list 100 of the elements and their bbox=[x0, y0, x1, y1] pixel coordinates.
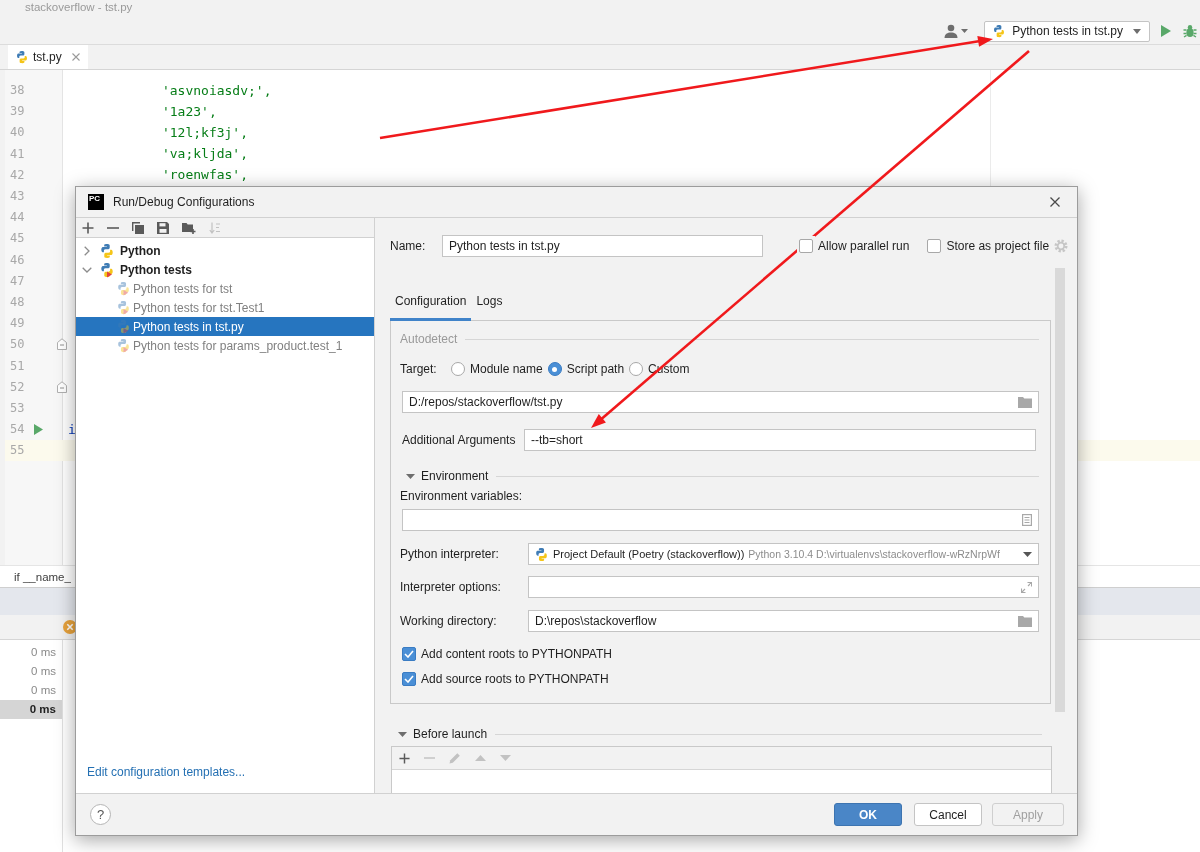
python-test-icon bbox=[992, 24, 1007, 38]
breadcrumb[interactable]: if __name_ bbox=[14, 570, 71, 583]
fold-icon[interactable] bbox=[57, 338, 67, 351]
minus-icon[interactable] bbox=[107, 226, 119, 229]
run-configuration-dropdown[interactable]: Python tests in tst.py bbox=[984, 20, 1150, 42]
code-text: '12l;kf3j', bbox=[161, 124, 248, 140]
python-test-icon bbox=[116, 300, 131, 315]
python-test-icon bbox=[116, 281, 131, 296]
line-number: 39 bbox=[9, 104, 26, 119]
checkbox[interactable] bbox=[402, 647, 416, 661]
triangle-down-icon[interactable] bbox=[406, 473, 415, 479]
line-number: 46 bbox=[9, 252, 26, 267]
field-label: Working directory: bbox=[400, 614, 498, 628]
section-title: Environment bbox=[421, 469, 489, 483]
line-number: 38 bbox=[9, 83, 26, 98]
line-number: 49 bbox=[9, 316, 26, 331]
plus-icon[interactable] bbox=[399, 752, 410, 764]
line-number: 54 bbox=[9, 422, 26, 437]
document-icon[interactable] bbox=[1022, 514, 1032, 526]
test-list-item[interactable]: 0 ms bbox=[0, 643, 62, 662]
line-number: 51 bbox=[9, 358, 26, 373]
interpreter-dropdown[interactable]: Project Default (Poetry (stackoverflow)) Python 3.10.4 D:\virtualenvs\stackoverflow-wRzNrpWf bbox=[528, 543, 1039, 565]
script-path-field[interactable]: D:/repos/stackoverflow/tst.py bbox=[402, 391, 1039, 413]
environment-variables-field[interactable] bbox=[402, 509, 1039, 531]
tab[interactable]: Logs bbox=[471, 290, 508, 317]
bug-icon[interactable] bbox=[1183, 24, 1197, 38]
test-list-item[interactable]: 0 ms bbox=[0, 681, 62, 700]
line-number: 40 bbox=[9, 125, 26, 140]
dialog-title: Run/Debug Configurations bbox=[113, 195, 256, 209]
dialog-button[interactable]: OK bbox=[834, 803, 902, 826]
tree-item[interactable]: Python tests bbox=[76, 260, 374, 279]
caret-icon bbox=[1133, 28, 1141, 34]
tab[interactable]: Configuration bbox=[390, 290, 472, 321]
line-number: 55 bbox=[9, 443, 26, 458]
name-field[interactable]: Python tests in tst.py bbox=[442, 235, 763, 257]
python-icon bbox=[534, 546, 549, 562]
triangle-down-icon[interactable] bbox=[398, 731, 407, 737]
radio-button[interactable] bbox=[547, 362, 562, 376]
line-number: 42 bbox=[9, 167, 26, 182]
tree-item[interactable]: Python tests for params_product.test_1 bbox=[76, 336, 374, 355]
field-label: Python interpreter: bbox=[400, 547, 500, 561]
folder-icon[interactable] bbox=[1018, 396, 1032, 408]
tree-item[interactable]: Python tests for tst bbox=[76, 279, 374, 298]
scrollbar[interactable] bbox=[1055, 268, 1065, 712]
field-label: Target: bbox=[400, 362, 438, 376]
radio-button[interactable] bbox=[451, 362, 465, 376]
code-text: 'va;kljda', bbox=[161, 146, 248, 162]
help-button[interactable]: ? bbox=[90, 804, 111, 825]
plus-icon[interactable] bbox=[82, 221, 94, 234]
chevron-right-icon[interactable] bbox=[84, 245, 90, 256]
fold-icon[interactable] bbox=[57, 380, 67, 393]
save-icon[interactable] bbox=[157, 221, 169, 234]
play-icon[interactable] bbox=[1161, 25, 1171, 37]
folder-plus-icon[interactable] bbox=[182, 221, 196, 234]
expand-icon[interactable] bbox=[1021, 581, 1032, 593]
test-list-item[interactable]: 0 ms bbox=[0, 700, 62, 719]
radio-label: Script path bbox=[566, 362, 625, 376]
person-icon[interactable] bbox=[944, 24, 959, 38]
copy-icon[interactable] bbox=[132, 221, 144, 234]
line-number: 43 bbox=[9, 189, 26, 204]
field-label: Interpreter options: bbox=[400, 580, 502, 594]
dialog-button[interactable]: Cancel bbox=[914, 803, 982, 826]
python-test-icon bbox=[116, 319, 131, 334]
code-text: 'roenwfas', bbox=[161, 167, 248, 183]
code-text: '1a23', bbox=[161, 103, 217, 119]
field-label: Environment variables: bbox=[400, 489, 523, 503]
code-text: 'asvnoiasdv;', bbox=[161, 82, 272, 98]
radio-button[interactable] bbox=[629, 362, 644, 376]
line-number: 45 bbox=[9, 231, 26, 246]
checkbox-label: Add content roots to PYTHONPATH bbox=[421, 647, 612, 661]
checkbox-label: Store as project file bbox=[946, 239, 1050, 253]
close-icon[interactable] bbox=[1050, 197, 1060, 207]
section-title: Before launch bbox=[413, 727, 488, 741]
line-number: 47 bbox=[9, 273, 26, 288]
line-number: 50 bbox=[9, 337, 26, 352]
gear-icon[interactable] bbox=[1054, 239, 1069, 253]
field-label: Name: bbox=[390, 239, 427, 253]
checkbox[interactable] bbox=[927, 239, 942, 253]
caret-icon[interactable] bbox=[961, 29, 969, 33]
checkbox-label: Add source roots to PYTHONPATH bbox=[421, 672, 609, 686]
arguments-field[interactable]: --tb=short bbox=[524, 429, 1036, 451]
tree-item[interactable]: Python tests in tst.py bbox=[76, 317, 374, 336]
line-number: 52 bbox=[9, 379, 26, 394]
tree-item[interactable]: Python tests for tst.Test1 bbox=[76, 298, 374, 317]
editor-tab[interactable]: tst.py bbox=[8, 45, 88, 69]
interpreter-options-field[interactable] bbox=[528, 576, 1039, 598]
test-list-item[interactable]: 0 ms bbox=[0, 662, 62, 681]
line-number: 41 bbox=[9, 146, 26, 161]
chevron-down-icon[interactable] bbox=[82, 266, 92, 273]
edit-templates-link[interactable]: Edit configuration templates... bbox=[87, 765, 246, 779]
checkbox[interactable] bbox=[402, 672, 416, 686]
line-number: 48 bbox=[9, 294, 26, 309]
tree-item[interactable]: Python bbox=[76, 241, 374, 260]
working-directory-field[interactable]: D:\repos\stackoverflow bbox=[528, 610, 1039, 632]
app-logo: PC bbox=[88, 194, 104, 210]
play-icon[interactable] bbox=[33, 423, 43, 435]
python-icon bbox=[99, 242, 115, 259]
python-file-icon bbox=[15, 50, 29, 64]
python-test-icon bbox=[116, 338, 131, 353]
caret-icon[interactable] bbox=[1023, 551, 1032, 557]
